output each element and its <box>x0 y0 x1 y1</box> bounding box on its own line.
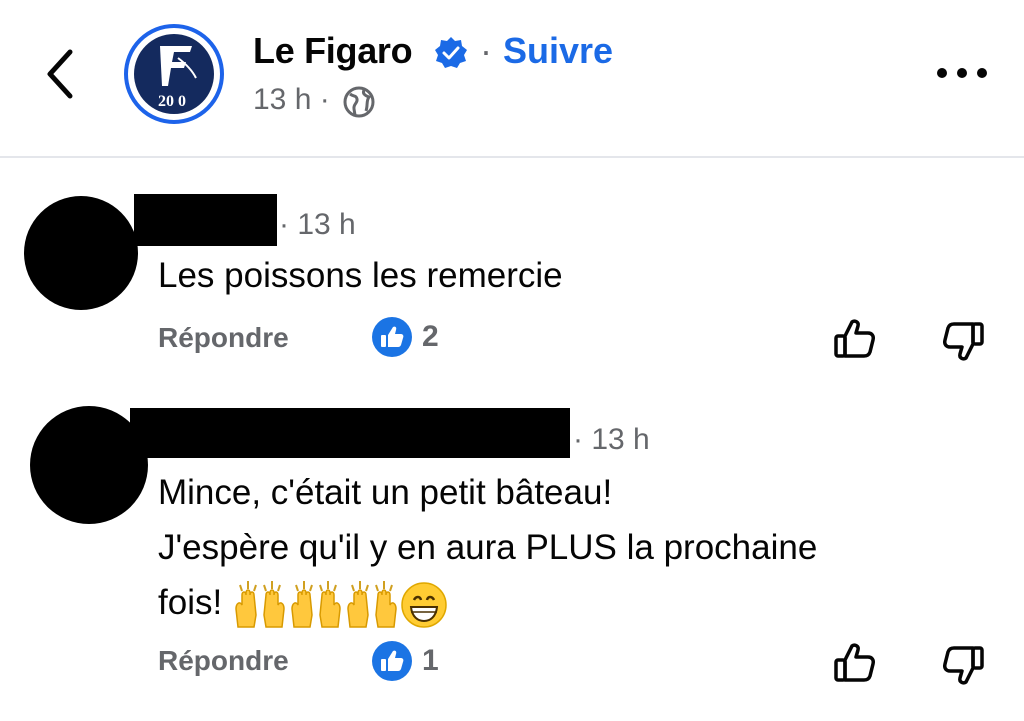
redacted-author-name[interactable] <box>134 194 277 246</box>
thumbs-up-icon[interactable] <box>832 640 878 686</box>
comment-text-fois: fois! <box>158 583 223 622</box>
page-name[interactable]: Le Figaro <box>253 30 413 72</box>
svg-text:20: 20 <box>158 93 174 110</box>
verified-badge-icon <box>435 37 467 68</box>
globe-icon <box>343 86 375 118</box>
comment-text-line-2: J'espère qu'il y en aura PLUS la prochai… <box>158 528 818 567</box>
svg-text:0: 0 <box>178 93 186 110</box>
post-timestamp: 13 h · <box>253 83 330 116</box>
raising-hands-emoji-icon <box>291 580 341 628</box>
raising-hands-emoji-icon <box>235 580 285 628</box>
thumbs-down-icon[interactable] <box>940 318 986 364</box>
comment-author-avatar[interactable] <box>24 196 138 310</box>
header-divider <box>0 156 1024 158</box>
page-avatar[interactable]: 20 0 <box>124 24 224 124</box>
comment-text: Les poissons les remercie <box>158 256 563 295</box>
raising-hands-emoji-icon <box>347 580 397 628</box>
comment-timestamp: · 13 h <box>573 423 650 456</box>
comment-text-line-3: fois! <box>158 576 448 631</box>
like-reaction-icon[interactable] <box>371 316 413 358</box>
post-header: 20 0 Le Figaro · Suivre 13 h · <box>0 0 1024 156</box>
follow-button[interactable]: Suivre <box>503 30 613 72</box>
thumbs-up-icon[interactable] <box>832 316 878 362</box>
more-options-icon[interactable] <box>934 58 990 88</box>
redacted-author-name[interactable] <box>130 408 570 458</box>
separator-dot: · <box>480 30 492 71</box>
reply-button[interactable]: Répondre <box>158 645 289 677</box>
comment-timestamp: · 13 h <box>279 208 356 241</box>
grinning-face-emoji-icon <box>401 582 447 628</box>
reply-button[interactable]: Répondre <box>158 322 289 354</box>
like-count: 2 <box>422 320 439 353</box>
thumbs-down-icon[interactable] <box>940 642 986 688</box>
like-reaction-icon[interactable] <box>371 640 413 682</box>
le-figaro-logo: 20 0 <box>134 34 214 114</box>
back-arrow-icon[interactable] <box>40 44 84 104</box>
comment-text-line-1: Mince, c'était un petit bâteau! <box>158 473 613 512</box>
like-count: 1 <box>422 644 439 677</box>
